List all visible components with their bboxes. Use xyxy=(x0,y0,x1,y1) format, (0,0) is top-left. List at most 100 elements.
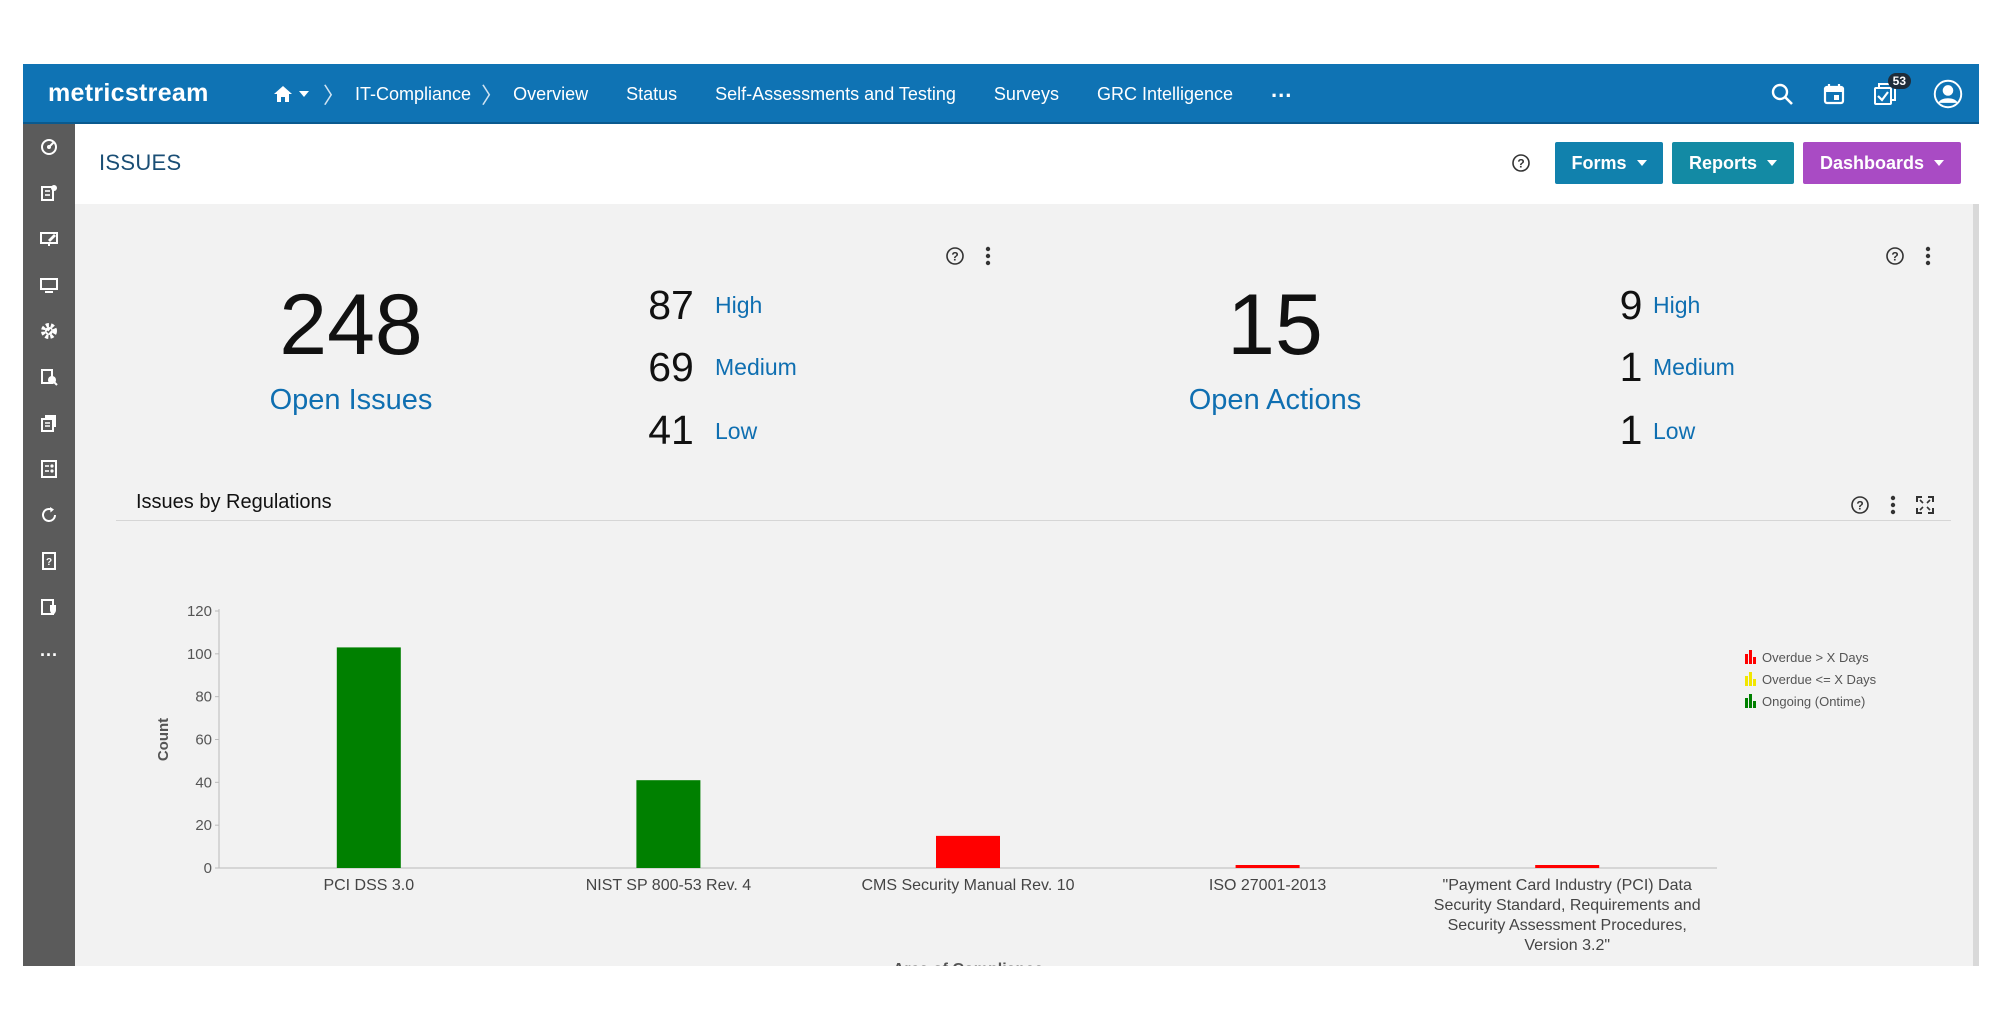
sidebar-more-button[interactable]: ... xyxy=(23,630,75,676)
document-shield-icon xyxy=(41,599,56,615)
calendar-button[interactable] xyxy=(1819,79,1849,109)
chart-bar[interactable] xyxy=(636,780,701,868)
nav-item-grc-intelligence[interactable]: GRC Intelligence xyxy=(1097,84,1233,105)
nav-item-overview[interactable]: Overview xyxy=(513,84,588,105)
page-title: ISSUES xyxy=(99,150,182,175)
sidebar-item-7[interactable] xyxy=(23,446,75,492)
sidebar-item-4[interactable] xyxy=(23,308,75,354)
legend-item[interactable]: Overdue <= X Days xyxy=(1745,668,1876,690)
x-category-label: Security Assessment Procedures, xyxy=(1448,917,1687,934)
issue-report-icon xyxy=(41,185,57,201)
document-help-icon: ? xyxy=(42,552,56,570)
legend-label: Ongoing (Ontime) xyxy=(1762,693,1866,709)
search-button[interactable] xyxy=(1767,79,1797,109)
bar-chart-icon xyxy=(1745,694,1756,708)
sidebar-item-8[interactable] xyxy=(23,492,75,538)
chevron-down-icon xyxy=(1636,160,1647,166)
nav-item-surveys[interactable]: Surveys xyxy=(994,84,1059,105)
app-logo[interactable]: metricstream xyxy=(48,79,209,108)
forms-dropdown-button[interactable]: Forms xyxy=(1555,142,1663,184)
chart-bar[interactable] xyxy=(1535,865,1600,868)
checklist-icon xyxy=(41,460,57,478)
nav-menu: 〉 IT-Compliance 〉 Overview Status Self-A… xyxy=(273,64,1292,124)
y-tick-label: 60 xyxy=(195,732,212,749)
help-icon: ? xyxy=(1512,154,1530,172)
x-category-label: Security Standard, Requirements and xyxy=(1434,897,1701,914)
nav-item-status[interactable]: Status xyxy=(626,84,677,105)
search-icon xyxy=(1771,83,1793,105)
y-tick-label: 100 xyxy=(187,646,212,663)
nav-item-self-assessments[interactable]: Self-Assessments and Testing xyxy=(715,84,956,105)
chevron-down-icon xyxy=(1767,160,1777,166)
sidebar-item-5[interactable] xyxy=(23,354,75,400)
svg-text:?: ? xyxy=(46,557,52,568)
refresh-icon xyxy=(42,507,56,522)
bar-chart-icon xyxy=(1745,650,1756,664)
breadcrumb-separator-icon: 〉 xyxy=(481,83,504,108)
reports-button-label: Reports xyxy=(1688,152,1757,173)
bar-chart-icon xyxy=(1745,672,1756,686)
legend-item[interactable]: Ongoing (Ontime) xyxy=(1745,690,1876,712)
svg-text:?: ? xyxy=(1517,157,1524,171)
documents-icon xyxy=(41,415,56,432)
sidebar-item-10[interactable] xyxy=(23,584,75,630)
calendar-icon xyxy=(1823,84,1845,105)
sidebar-item-9[interactable]: ? xyxy=(23,538,75,584)
sidebar-item-0[interactable] xyxy=(23,124,75,170)
y-tick-label: 0 xyxy=(204,860,212,877)
user-avatar-icon xyxy=(1933,79,1963,109)
tasks-button[interactable]: 53 xyxy=(1871,73,1911,109)
y-tick-label: 40 xyxy=(195,774,212,791)
y-tick-label: 20 xyxy=(195,817,212,834)
sidebar-item-3[interactable] xyxy=(23,262,75,308)
reports-dropdown-button[interactable]: Reports xyxy=(1672,142,1794,184)
sidebar-more-label: ... xyxy=(39,639,58,660)
settings-check-icon xyxy=(41,323,57,339)
y-axis-label: Count xyxy=(155,718,172,761)
desktop-icon xyxy=(40,278,58,293)
home-icon xyxy=(274,86,292,102)
x-category-label: "Payment Card Industry (PCI) Data xyxy=(1443,877,1692,894)
dashboard-icon xyxy=(41,139,57,155)
sidebar-item-1[interactable] xyxy=(23,170,75,216)
nav-more-button[interactable]: ... xyxy=(1271,77,1292,103)
dashboards-dropdown-button[interactable]: Dashboards xyxy=(1803,142,1961,184)
chart-bar[interactable] xyxy=(1235,865,1300,868)
home-menu[interactable] xyxy=(273,85,309,103)
chevron-down-icon xyxy=(1934,160,1945,166)
document-search-icon xyxy=(41,369,58,386)
issues-by-regulations-chart: 0 20 40 60 80 100 120 Count Area of Compliance PC… xyxy=(155,603,1717,966)
left-sidebar: ?... xyxy=(23,124,75,966)
sidebar-item-6[interactable] xyxy=(23,400,75,446)
x-category-label: PCI DSS 3.0 xyxy=(323,877,414,894)
chart-bar[interactable] xyxy=(936,835,1000,868)
sidebar-item-2[interactable] xyxy=(23,216,75,262)
x-category-label: Version 3.2" xyxy=(1524,937,1610,954)
dashboard-content: ? ? 248 Open Issues 87 High 69 Medium 41… xyxy=(75,204,1979,966)
top-navigation-bar: metricstream 〉 IT-Compliance 〉 Overview … xyxy=(23,64,1979,124)
monitor-edit-icon xyxy=(40,232,58,246)
chart-legend: Overdue > X Days Overdue <= X Days Ongoing… xyxy=(1745,646,1876,712)
breadcrumb-separator-icon: 〉 xyxy=(323,83,346,108)
dashboards-button-label: Dashboards xyxy=(1819,152,1925,173)
legend-item[interactable]: Overdue > X Days xyxy=(1745,646,1876,668)
vertical-scrollbar[interactable] xyxy=(1973,204,1979,966)
x-category-label: NIST SP 800-53 Rev. 4 xyxy=(586,877,752,894)
y-tick-label: 120 xyxy=(187,603,212,620)
x-axis-label: Area of Compliance xyxy=(893,961,1043,966)
app-frame: metricstream 〉 IT-Compliance 〉 Overview … xyxy=(23,64,1979,966)
breadcrumb-it-compliance[interactable]: IT-Compliance xyxy=(355,84,471,105)
chevron-down-icon xyxy=(299,91,309,97)
user-profile-button[interactable] xyxy=(1933,79,1963,109)
notification-count-badge: 53 xyxy=(1887,73,1911,89)
chart-bar[interactable] xyxy=(336,647,401,868)
legend-label: Overdue > X Days xyxy=(1762,649,1869,665)
page-header: ISSUES ? Forms Reports Dashboards xyxy=(75,124,1979,204)
nav-actions: 53 xyxy=(1767,64,1963,124)
help-button[interactable]: ? xyxy=(1511,153,1531,178)
forms-button-label: Forms xyxy=(1571,152,1627,173)
x-category-label: CMS Security Manual Rev. 10 xyxy=(861,877,1074,894)
x-category-label: ISO 27001-2013 xyxy=(1209,877,1327,894)
legend-label: Overdue <= X Days xyxy=(1762,671,1877,687)
y-tick-label: 80 xyxy=(195,689,212,706)
